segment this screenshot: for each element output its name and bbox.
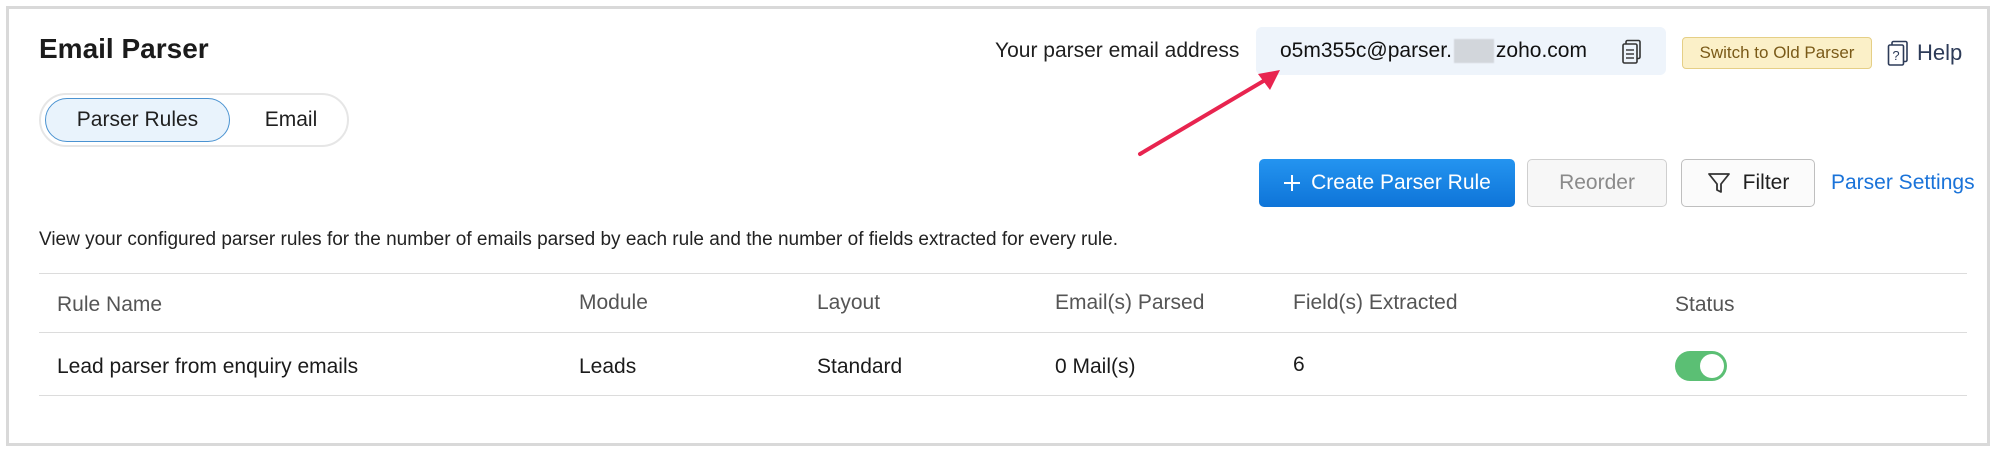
switch-to-old-parser-button[interactable]: Switch to Old Parser <box>1682 37 1872 69</box>
tab-email[interactable]: Email <box>241 98 341 142</box>
copy-icon[interactable] <box>1620 39 1644 65</box>
svg-text:?: ? <box>1892 48 1899 63</box>
annotation-arrow <box>1138 70 1280 156</box>
address-suffix: zoho.com <box>1495 39 1587 62</box>
column-header-rule-name: Rule Name <box>57 293 163 316</box>
email-parser-panel: Email Parser Your parser email address o… <box>6 6 1990 446</box>
table-row-divider <box>39 395 1967 396</box>
plus-icon <box>1284 175 1301 191</box>
filter-button[interactable]: Filter <box>1681 159 1815 207</box>
toggle-knob <box>1700 354 1724 378</box>
parser-settings-link[interactable]: Parser Settings <box>1831 171 1975 195</box>
filter-label: Filter <box>1742 171 1790 194</box>
column-header-module: Module <box>579 291 648 314</box>
help-link[interactable]: ? Help <box>1887 37 1962 69</box>
reorder-button[interactable]: Reorder <box>1527 159 1667 207</box>
parser-address-label: Your parser email address <box>995 39 1240 62</box>
parser-address-value[interactable]: o5m355c@parser. zoho.com <box>1280 39 1587 64</box>
page-description: View your configured parser rules for th… <box>39 229 1118 250</box>
filter-icon <box>1707 173 1730 193</box>
table-top-divider <box>39 273 1967 274</box>
column-header-fields-extracted: Field(s) Extracted <box>1293 291 1458 314</box>
parser-address-box: o5m355c@parser. zoho.com <box>1256 27 1666 75</box>
rule-name-cell[interactable]: Lead parser from enquiry emails <box>57 355 358 379</box>
layout-cell: Standard <box>817 355 903 378</box>
help-label: Help <box>1917 40 1963 65</box>
redacted-segment <box>1453 39 1494 64</box>
emails-parsed-cell: 0 Mail(s) <box>1055 355 1136 378</box>
module-cell: Leads <box>579 355 637 378</box>
address-prefix: o5m355c@parser. <box>1280 39 1452 62</box>
create-parser-rule-button[interactable]: Create Parser Rule <box>1259 159 1515 207</box>
tab-parser-rules[interactable]: Parser Rules <box>45 98 230 142</box>
column-header-layout: Layout <box>817 291 881 314</box>
fields-extracted-cell: 6 <box>1293 353 1305 376</box>
page-title: Email Parser <box>39 33 209 64</box>
column-header-emails-parsed: Email(s) Parsed <box>1055 291 1205 314</box>
view-tabs: Parser Rules Email <box>39 93 349 147</box>
status-toggle[interactable] <box>1675 351 1727 381</box>
column-header-status: Status <box>1675 293 1735 316</box>
help-icon: ? <box>1887 40 1908 66</box>
create-parser-rule-label: Create Parser Rule <box>1311 171 1491 194</box>
table-header-divider <box>39 332 1967 333</box>
